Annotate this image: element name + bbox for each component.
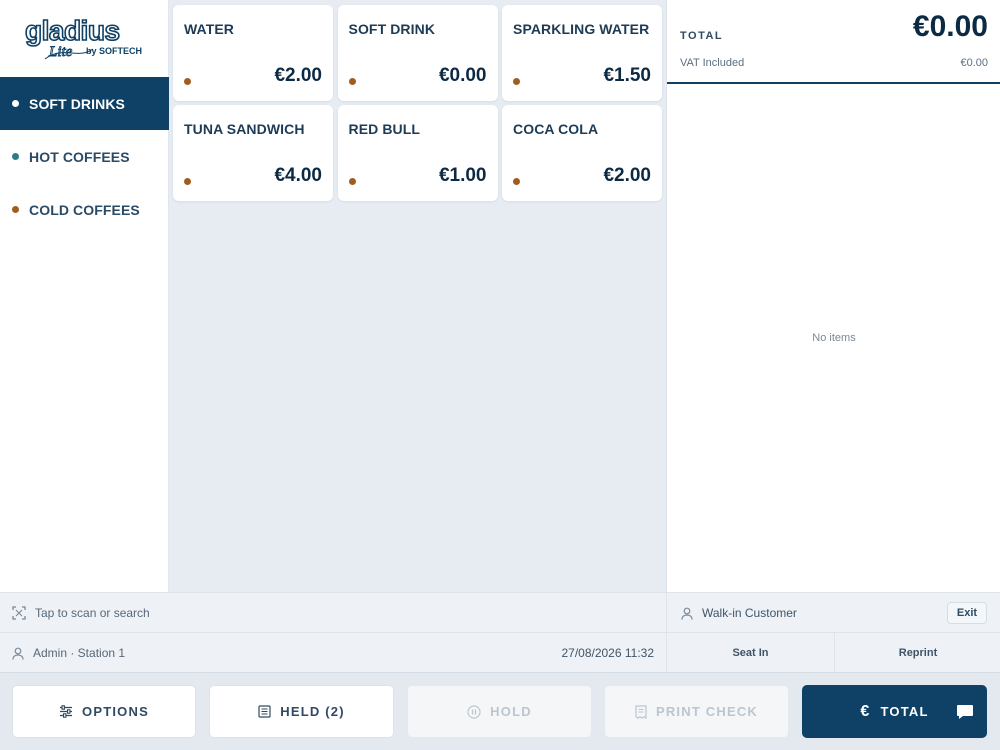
scan-search-field[interactable]: Tap to scan or search [12, 593, 652, 633]
category-label: COLD COFFEES [29, 201, 140, 218]
euro-icon: € [860, 702, 871, 720]
product-name: SPARKLING WATER [513, 21, 650, 37]
session-user: Admin · Station 1 [12, 633, 125, 673]
product-color-dot [348, 78, 356, 85]
options-label: OPTIONS [82, 704, 149, 719]
total-label: TOTAL [680, 30, 724, 42]
category-item-soft-drinks[interactable]: SOFT DRINKS [0, 77, 169, 130]
order-summary: TOTAL €0.00 VAT Included €0.00 [667, 0, 1000, 84]
category-item-cold-coffees[interactable]: COLD COFFEES [0, 183, 169, 236]
category-list: SOFT DRINKS HOT COFFEES COLD COFFEES [0, 77, 169, 236]
reprint-button[interactable]: Reprint [834, 633, 1000, 673]
product-color-dot [513, 178, 520, 185]
empty-order-text: No items [812, 332, 856, 344]
customer-cell: Walk-in Customer Exit [666, 593, 1000, 633]
category-label: SOFT DRINKS [29, 95, 125, 112]
category-dot [12, 153, 19, 160]
hold-button[interactable]: HOLD [407, 685, 592, 738]
product-price: €1.50 [603, 65, 651, 86]
gladius-logo-image: gladius Lite by SOFTECH [24, 15, 142, 60]
product-color-dot [348, 178, 356, 185]
total-button-label: TOTAL [880, 704, 929, 719]
vat-label: VAT Included [680, 57, 745, 69]
product-tile[interactable]: SPARKLING WATER €1.50 [502, 5, 662, 101]
product-color-dot [184, 78, 191, 85]
chat-icon[interactable] [956, 704, 974, 720]
product-tile[interactable]: WATER €2.00 [173, 5, 333, 101]
product-name: COCA COLA [513, 121, 599, 137]
pause-icon [467, 704, 481, 719]
order-actions-cell: Seat In Reprint [666, 633, 1000, 673]
session-bar: Admin · Station 1 27/08/2026 11:32 Seat … [0, 632, 1000, 673]
session-user-label: Admin · Station 1 [33, 646, 126, 660]
customer-info[interactable]: Walk-in Customer [681, 593, 797, 633]
product-color-dot [513, 78, 520, 85]
product-price: €2.00 [274, 65, 322, 86]
product-tile[interactable]: COCA COLA €2.00 [502, 105, 662, 201]
product-name: SOFT DRINK [348, 21, 436, 37]
action-bar: OPTIONS HELD (2) HOLD PRINT CHECK € TOTA… [0, 672, 1000, 750]
product-tile[interactable]: RED BULL €1.00 [337, 105, 498, 201]
user-icon [12, 647, 24, 660]
held-label: HELD (2) [280, 704, 345, 719]
product-price: €4.00 [274, 165, 322, 186]
product-price: €1.00 [438, 165, 487, 186]
options-button[interactable]: OPTIONS [12, 685, 196, 738]
category-dot [12, 100, 19, 107]
seat-in-button[interactable]: Seat In [667, 633, 834, 673]
customer-name: Walk-in Customer [702, 606, 797, 620]
category-dot [12, 206, 19, 213]
vat-amount: €0.00 [960, 57, 988, 69]
category-label: HOT COFFEES [29, 148, 130, 165]
product-price: €2.00 [603, 165, 651, 186]
product-tile[interactable]: SOFT DRINK €0.00 [337, 5, 498, 101]
svg-text:gladius: gladius [25, 15, 120, 46]
user-icon [681, 607, 693, 620]
scan-placeholder: Tap to scan or search [35, 606, 150, 620]
product-name: RED BULL [348, 121, 421, 137]
receipt-icon [635, 704, 647, 719]
scan-customer-bar: Tap to scan or search Walk-in Customer E… [0, 592, 1000, 633]
list-icon [258, 705, 271, 718]
product-grid: WATER €2.00 SOFT DRINK €0.00 SPARKLING WATER… [169, 0, 666, 592]
category-item-hot-coffees[interactable]: HOT COFFEES [0, 130, 169, 183]
scan-icon [12, 606, 26, 620]
total-amount: €0.00 [912, 10, 988, 43]
print-check-label: PRINT CHECK [655, 704, 759, 719]
print-check-button[interactable]: PRINT CHECK [604, 685, 789, 738]
product-price: €0.00 [438, 65, 487, 86]
svg-text:by SOFTECH: by SOFTECH [86, 46, 142, 56]
product-tile[interactable]: TUNA SANDWICH €4.00 [173, 105, 333, 201]
session-datetime: 27/08/2026 11:32 [561, 646, 654, 660]
product-name: WATER [184, 21, 235, 37]
held-button[interactable]: HELD (2) [209, 685, 394, 738]
sliders-icon [60, 705, 73, 718]
svg-text:Lite: Lite [48, 44, 73, 60]
gladius-logo: gladius Lite by SOFTECH [0, 0, 169, 77]
order-panel: TOTAL €0.00 VAT Included €0.00 No items [666, 0, 1000, 592]
category-sidebar: gladius Lite by SOFTECH SOFT DRINKS HOT C… [0, 0, 169, 592]
product-name: TUNA SANDWICH [184, 121, 305, 137]
hold-label: HOLD [490, 704, 532, 719]
exit-button[interactable]: Exit [947, 602, 987, 624]
product-color-dot [184, 178, 191, 185]
